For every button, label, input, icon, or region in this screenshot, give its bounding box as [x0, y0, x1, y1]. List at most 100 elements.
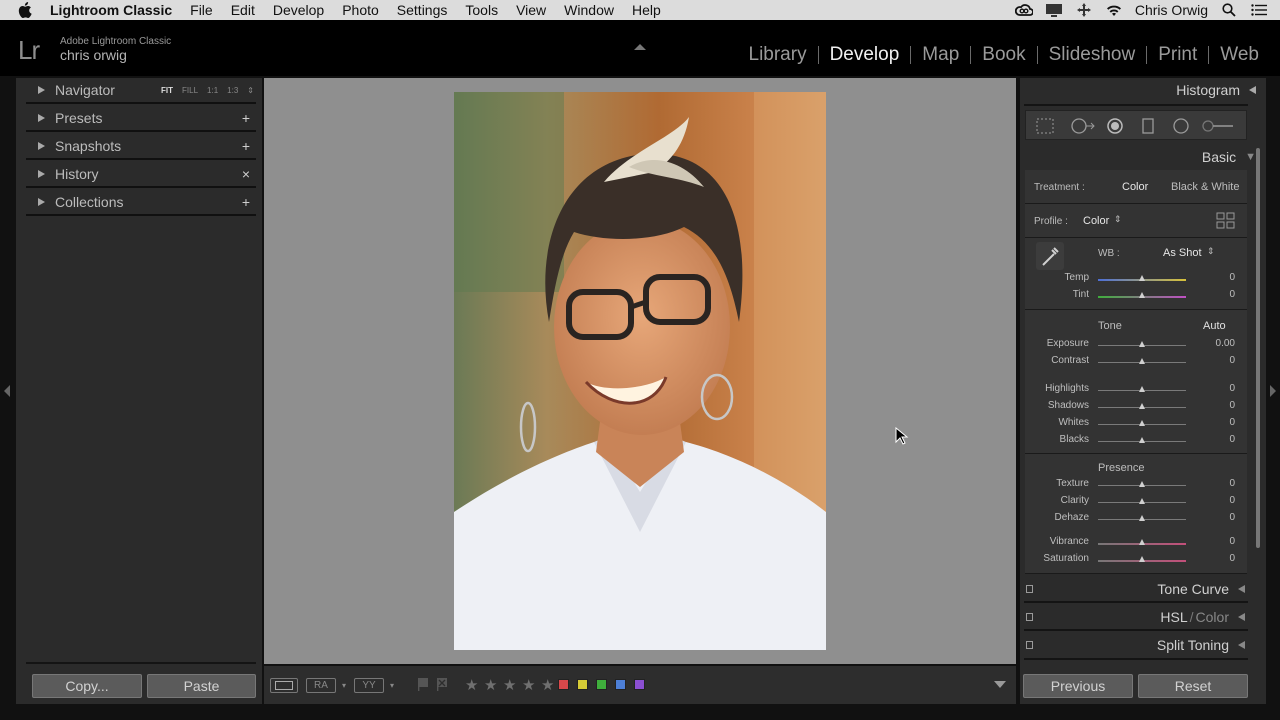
menu-file[interactable]: File	[190, 2, 213, 18]
blacks-value[interactable]: 0	[1229, 434, 1235, 445]
left-panel-toggle-icon[interactable]	[4, 385, 10, 397]
temp-slider-knob[interactable]	[1139, 275, 1145, 281]
menu-help[interactable]: Help	[632, 2, 661, 18]
panel-toggle-switch[interactable]	[1026, 613, 1033, 621]
highlights-slider-knob[interactable]	[1139, 386, 1145, 392]
crop-overlay-icon[interactable]	[1036, 118, 1054, 134]
toolbar-content-menu-icon[interactable]	[994, 681, 1006, 688]
copy-button[interactable]: Copy...	[32, 674, 142, 698]
exposure-slider-knob[interactable]	[1139, 341, 1145, 347]
blacks-slider-knob[interactable]	[1139, 437, 1145, 443]
collapse-triangle-icon[interactable]	[1238, 641, 1245, 649]
image-canvas[interactable]	[264, 78, 1016, 664]
menu-window[interactable]: Window	[564, 2, 614, 18]
histogram-panel-header[interactable]: Histogram	[1176, 82, 1256, 98]
zoom-stepper-icon[interactable]: ⇕	[247, 86, 254, 95]
vibrance-slider-knob[interactable]	[1139, 539, 1145, 545]
clear-history-icon[interactable]: ×	[242, 166, 250, 182]
module-slideshow[interactable]: Slideshow	[1038, 44, 1147, 66]
portrait-photo[interactable]	[454, 92, 826, 650]
shadows-slider-knob[interactable]	[1139, 403, 1145, 409]
highlights-value[interactable]: 0	[1229, 383, 1235, 394]
color-label-blue[interactable]	[615, 679, 626, 690]
before-after-split-button[interactable]: YY	[354, 678, 384, 693]
treatment-color-option[interactable]: Color	[1122, 181, 1148, 193]
tint-value[interactable]: 0	[1229, 289, 1235, 300]
profile-dropdown[interactable]: Color	[1083, 215, 1109, 227]
add-snapshot-icon[interactable]: +	[242, 138, 250, 154]
zoom-1-1[interactable]: 1:1	[207, 86, 218, 95]
expand-triangle-icon[interactable]	[38, 86, 45, 94]
expand-triangle-icon[interactable]	[38, 142, 45, 150]
creative-cloud-icon[interactable]	[1014, 3, 1033, 17]
dehaze-value[interactable]: 0	[1229, 512, 1235, 523]
graduated-filter-icon[interactable]	[1139, 118, 1157, 134]
move-icon[interactable]	[1075, 3, 1093, 17]
menu-develop[interactable]: Develop	[273, 2, 324, 18]
treatment-bw-option[interactable]: Black & White	[1171, 181, 1239, 193]
rating-star-5[interactable]: ★	[541, 676, 554, 694]
hsl-label[interactable]: HSL	[1160, 609, 1187, 625]
add-preset-icon[interactable]: +	[242, 110, 250, 126]
profile-dropdown-arrows-icon[interactable]: ⇕	[1114, 214, 1122, 225]
exposure-value[interactable]: 0.00	[1216, 338, 1235, 349]
module-web[interactable]: Web	[1209, 44, 1270, 66]
collapse-triangle-down-icon[interactable]: ▼	[1245, 151, 1256, 163]
dehaze-slider-knob[interactable]	[1139, 515, 1145, 521]
right-panel-scrollbar[interactable]	[1256, 148, 1260, 548]
module-print[interactable]: Print	[1147, 44, 1208, 66]
panel-toggle-switch[interactable]	[1026, 585, 1033, 593]
basic-panel-header[interactable]: Basic ▼	[1202, 149, 1256, 165]
rating-star-2[interactable]: ★	[484, 676, 497, 694]
vibrance-value[interactable]: 0	[1229, 536, 1235, 547]
module-develop[interactable]: Develop	[819, 44, 911, 66]
collapse-triangle-icon[interactable]	[1249, 86, 1256, 94]
spotlight-search-icon[interactable]	[1220, 3, 1238, 17]
texture-value[interactable]: 0	[1229, 478, 1235, 489]
panel-toggle-switch[interactable]	[1026, 641, 1033, 649]
clarity-value[interactable]: 0	[1229, 495, 1235, 506]
white-balance-eyedropper-icon[interactable]	[1035, 241, 1065, 271]
presets-panel-header[interactable]: Presets +	[26, 106, 256, 132]
reset-button[interactable]: Reset	[1138, 674, 1248, 698]
collapse-triangle-icon[interactable]	[1238, 613, 1245, 621]
auto-tone-button[interactable]: Auto	[1203, 320, 1226, 332]
collapse-triangle-icon[interactable]	[1238, 585, 1245, 593]
history-panel-header[interactable]: History ×	[26, 162, 256, 188]
dropdown-arrow-icon[interactable]: ▾	[342, 681, 346, 690]
flag-pick-icon[interactable]	[416, 677, 430, 691]
apple-icon[interactable]	[18, 2, 34, 18]
shadows-value[interactable]: 0	[1229, 400, 1235, 411]
color-label-yellow[interactable]	[577, 679, 588, 690]
menu-view[interactable]: View	[516, 2, 546, 18]
menubar-user-name[interactable]: Chris Orwig	[1135, 2, 1208, 18]
whites-value[interactable]: 0	[1229, 417, 1235, 428]
top-panel-toggle-icon[interactable]	[634, 44, 646, 50]
rating-star-4[interactable]: ★	[522, 676, 535, 694]
contrast-value[interactable]: 0	[1229, 355, 1235, 366]
module-book[interactable]: Book	[971, 44, 1036, 66]
temp-value[interactable]: 0	[1229, 272, 1235, 283]
color-label-purple[interactable]	[634, 679, 645, 690]
expand-triangle-icon[interactable]	[38, 198, 45, 206]
wifi-icon[interactable]	[1105, 3, 1123, 17]
expand-triangle-icon[interactable]	[38, 170, 45, 178]
color-label-red[interactable]	[558, 679, 569, 690]
dropdown-arrow-icon[interactable]: ▾	[390, 681, 394, 690]
adjustment-brush-icon[interactable]	[1200, 118, 1236, 134]
color-label-green[interactable]	[596, 679, 607, 690]
tone-curve-panel-header[interactable]: Tone Curve	[1025, 577, 1247, 601]
spot-removal-icon[interactable]	[1070, 118, 1096, 134]
before-after-button[interactable]: RA	[306, 678, 336, 693]
saturation-value[interactable]: 0	[1229, 553, 1235, 564]
whites-slider-knob[interactable]	[1139, 420, 1145, 426]
wb-dropdown-arrows-icon[interactable]: ⇕	[1207, 246, 1215, 257]
snapshots-panel-header[interactable]: Snapshots +	[26, 134, 256, 160]
module-map[interactable]: Map	[911, 44, 970, 66]
wb-dropdown[interactable]: As Shot	[1163, 247, 1202, 259]
clarity-slider-knob[interactable]	[1139, 498, 1145, 504]
loupe-view-icon[interactable]	[270, 678, 298, 693]
flag-reject-icon[interactable]	[435, 677, 449, 691]
navigator-panel-header[interactable]: Navigator FIT FILL 1:1 1:3 ⇕	[26, 78, 256, 104]
texture-slider-knob[interactable]	[1139, 481, 1145, 487]
